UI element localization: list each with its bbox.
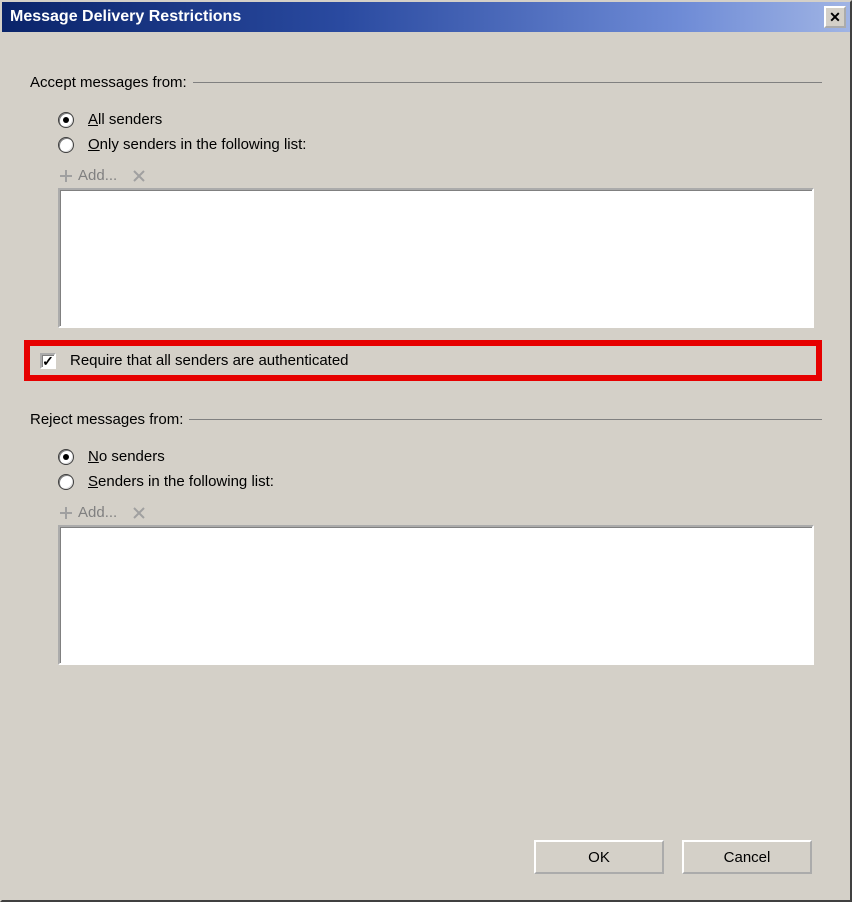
reject-add-button[interactable]: Add... [58, 504, 117, 521]
radio-no-senders-label: No senders [88, 448, 165, 465]
close-icon: ✕ [829, 9, 841, 26]
close-button[interactable]: ✕ [824, 6, 846, 28]
require-auth-highlight: Require that all senders are authenticat… [24, 340, 822, 381]
plus-icon [58, 505, 74, 521]
reject-remove-button[interactable] [131, 505, 147, 521]
reject-legend: Reject messages from: [30, 411, 189, 428]
dialog-content: Accept messages from: All senders Only s… [2, 32, 850, 900]
titlebar: Message Delivery Restrictions ✕ [2, 2, 850, 32]
radio-reject-list-label: Senders in the following list: [88, 473, 274, 490]
radio-reject-list[interactable] [58, 474, 74, 490]
accept-add-button[interactable]: Add... [58, 167, 117, 184]
reject-listbox[interactable] [58, 525, 814, 665]
window-title: Message Delivery Restrictions [10, 8, 824, 26]
accept-listbox[interactable] [58, 188, 814, 328]
accept-remove-button[interactable] [131, 168, 147, 184]
accept-group: Accept messages from: All senders Only s… [30, 74, 822, 338]
require-auth-label: Require that all senders are authenticat… [70, 352, 349, 369]
dialog-window: Message Delivery Restrictions ✕ Accept m… [0, 0, 852, 902]
radio-no-senders[interactable] [58, 449, 74, 465]
radio-only-list-label: Only senders in the following list: [88, 136, 306, 153]
plus-icon [58, 168, 74, 184]
radio-no-senders-row[interactable]: No senders [58, 448, 822, 465]
radio-only-list-row[interactable]: Only senders in the following list: [58, 136, 822, 153]
x-icon [131, 168, 147, 184]
radio-only-list[interactable] [58, 137, 74, 153]
accept-toolbar: Add... [58, 167, 822, 184]
radio-all-senders-label: All senders [88, 111, 162, 128]
ok-button[interactable]: OK [534, 840, 664, 874]
cancel-button[interactable]: Cancel [682, 840, 812, 874]
accept-add-label: Add... [78, 167, 117, 184]
x-icon [131, 505, 147, 521]
reject-add-label: Add... [78, 504, 117, 521]
require-auth-checkbox[interactable] [40, 353, 56, 369]
accept-legend: Accept messages from: [30, 74, 193, 91]
radio-all-senders[interactable] [58, 112, 74, 128]
reject-group: Reject messages from: No senders Senders… [30, 411, 822, 675]
reject-toolbar: Add... [58, 504, 822, 521]
radio-all-senders-row[interactable]: All senders [58, 111, 822, 128]
radio-reject-list-row[interactable]: Senders in the following list: [58, 473, 822, 490]
dialog-button-row: OK Cancel [30, 822, 822, 880]
